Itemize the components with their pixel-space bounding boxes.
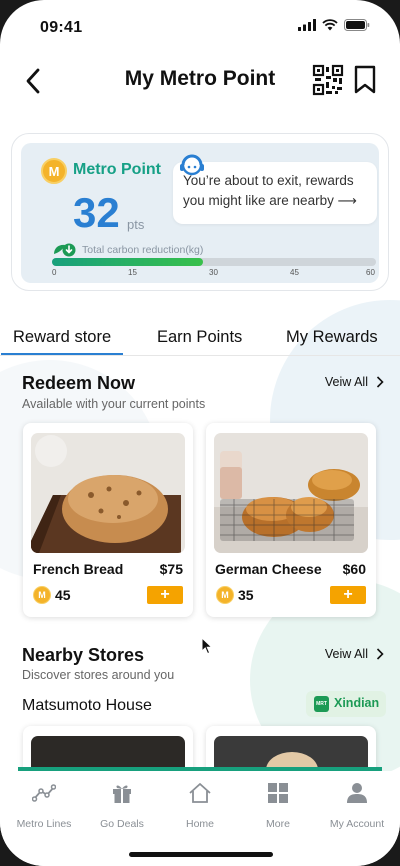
carbon-tick-label: 0 xyxy=(52,268,57,277)
status-time: 09:41 xyxy=(40,19,83,36)
carbon-reduction-icon xyxy=(54,243,76,257)
product-price: $75 xyxy=(159,561,183,577)
tab-my-rewards[interactable]: My Rewards xyxy=(286,328,378,347)
home-icon xyxy=(189,783,211,803)
active-tab-indicator xyxy=(1,353,123,355)
grid-icon xyxy=(268,783,288,803)
product-points: 45 xyxy=(55,587,71,603)
bookmark-icon xyxy=(354,65,376,94)
bookmark-button[interactable] xyxy=(352,64,378,96)
carbon-tick-label: 60 xyxy=(366,268,375,277)
carbon-reduction-label: Total carbon reduction(kg) xyxy=(82,244,204,256)
points-value: 32 xyxy=(73,189,120,236)
product-price: $60 xyxy=(342,561,366,577)
add-to-cart-button[interactable]: + xyxy=(147,586,183,604)
german-cheese-image xyxy=(214,433,368,553)
nav-my-account[interactable]: My Account xyxy=(317,781,397,830)
product-card-german-cheese[interactable]: German Cheese $60 M 35 + xyxy=(206,423,376,617)
exit-message-line1: You’re about to exit, rewards xyxy=(183,173,354,188)
wifi-icon xyxy=(322,19,338,31)
nav-label: Home xyxy=(185,818,214,830)
product-name: French Bread xyxy=(33,561,124,577)
tab-reward-store[interactable]: Reward store xyxy=(13,328,111,347)
mouse-cursor-icon xyxy=(201,637,213,655)
points-unit: pts xyxy=(127,217,145,232)
product-points: 35 xyxy=(238,587,254,603)
district-badge[interactable]: MRT Xindian xyxy=(306,691,386,717)
metro-station-icon: MRT xyxy=(314,696,329,712)
carbon-tick-label: 30 xyxy=(209,268,218,277)
nearby-view-all-link[interactable]: Veiw All xyxy=(325,647,384,661)
carbon-tick-label: 15 xyxy=(128,268,137,277)
battery-icon xyxy=(344,19,370,31)
nav-go-deals[interactable]: Go Deals xyxy=(82,781,162,830)
metro-coin-icon: M xyxy=(216,586,234,604)
carbon-progress-fill xyxy=(52,258,204,266)
metro-point-panel: M Metro Point 32 pts You’re about to exi… xyxy=(21,143,379,283)
metro-coin-icon: M xyxy=(33,586,51,604)
district-label: Xindian xyxy=(334,696,380,710)
carbon-tick-label: 45 xyxy=(290,268,299,277)
add-to-cart-button[interactable]: + xyxy=(330,586,366,604)
status-bar: 09:41 xyxy=(0,0,400,52)
store-name[interactable]: Matsumoto House xyxy=(22,697,152,715)
nearby-stores-subtitle: Discover stores around you xyxy=(22,668,175,682)
nearby-stores-title: Nearby Stores xyxy=(22,645,145,665)
nav-label: Go Deals xyxy=(100,818,144,830)
gift-icon xyxy=(113,785,131,803)
metro-point-label: Metro Point xyxy=(73,161,161,178)
product-card-french-bread[interactable]: French Bread $75 M 45 + xyxy=(23,423,193,617)
chevron-right-icon xyxy=(376,648,384,660)
qr-code-icon xyxy=(312,64,344,96)
nav-more[interactable]: More xyxy=(238,781,318,830)
nav-label: My Account xyxy=(329,818,385,830)
view-all-label: Veiw All xyxy=(324,375,368,389)
tab-earn-points[interactable]: Earn Points xyxy=(157,328,242,347)
app-header: My Metro Point xyxy=(0,58,400,104)
carbon-progress-bar xyxy=(52,258,376,266)
nav-home[interactable]: Home xyxy=(160,781,240,830)
nav-label: More xyxy=(266,818,290,830)
customer-service-icon xyxy=(180,154,204,176)
view-all-label: Veiw All xyxy=(324,647,368,661)
nav-metro-lines[interactable]: Metro Lines xyxy=(4,781,84,830)
redeem-now-subtitle: Available with your current points xyxy=(22,397,206,411)
metro-point-badge-icon: M xyxy=(41,158,67,184)
status-icons xyxy=(298,19,370,31)
qr-code-button[interactable] xyxy=(312,64,344,96)
reward-tabs: Reward store Earn Points My Rewards xyxy=(0,318,400,356)
phone-screen: 09:41 My Metro Point M Metro Point 32 pt… xyxy=(0,0,400,866)
signal-icon xyxy=(298,19,316,31)
home-indicator[interactable] xyxy=(129,852,273,857)
redeem-now-title: Redeem Now xyxy=(22,373,136,393)
french-bread-image xyxy=(31,433,185,553)
chevron-right-icon xyxy=(376,376,384,388)
metro-lines-icon xyxy=(31,784,57,802)
product-name: German Cheese xyxy=(215,561,322,577)
exit-message-line2: you might like are nearby ⟶ xyxy=(183,193,357,208)
nav-label: Metro Lines xyxy=(16,818,72,830)
metro-point-card: M Metro Point 32 pts You’re about to exi… xyxy=(11,133,389,291)
person-icon xyxy=(347,783,367,803)
redeem-view-all-link[interactable]: Veiw All xyxy=(325,375,384,389)
